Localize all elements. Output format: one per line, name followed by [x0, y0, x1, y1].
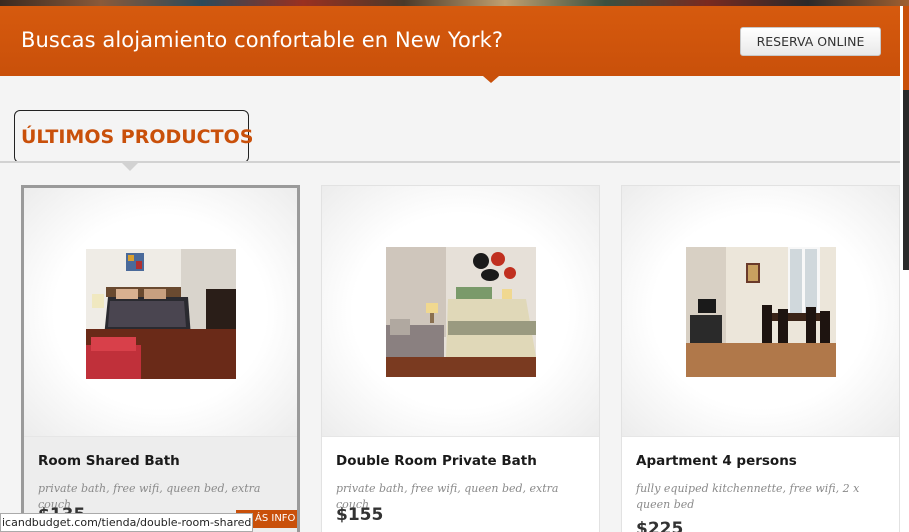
- product-image-area: [322, 186, 599, 436]
- product-price: $225: [636, 519, 684, 532]
- product-image-area: [622, 186, 899, 436]
- banner-pointer: [483, 76, 499, 83]
- section-tab-pointer: [122, 163, 138, 171]
- product-name[interactable]: Double Room Private Bath: [336, 453, 537, 469]
- product-card-double-room-private-bath[interactable]: Double Room Private Bath private bath, f…: [321, 185, 600, 532]
- product-photo-apartment-4-persons[interactable]: [686, 247, 836, 377]
- product-card-room-shared-bath[interactable]: Room Shared Bath private bath, free wifi…: [21, 185, 300, 532]
- product-name[interactable]: Room Shared Bath: [38, 453, 180, 469]
- reserve-online-button[interactable]: RESERVA ONLINE: [740, 27, 881, 56]
- section-title: ÚLTIMOS PRODUCTOS: [21, 126, 254, 148]
- product-info: Apartment 4 persons fully equiped kitche…: [622, 436, 899, 532]
- page-right-edge: [900, 6, 909, 532]
- product-image-area: [24, 188, 297, 436]
- browser-status-url: icandbudget.com/tienda/double-room-share…: [0, 513, 253, 532]
- product-card-apartment-4-persons[interactable]: Apartment 4 persons fully equiped kitche…: [621, 185, 900, 532]
- product-photo-double-room-private-bath[interactable]: [386, 247, 536, 377]
- header-banner: Buscas alojamiento confortable en New Yo…: [0, 6, 900, 76]
- product-info: Double Room Private Bath private bath, f…: [322, 436, 599, 532]
- product-name[interactable]: Apartment 4 persons: [636, 453, 797, 469]
- product-description: fully equiped kitchennette, free wifi, 2…: [636, 482, 860, 511]
- product-price: $155: [336, 505, 384, 525]
- banner-title: Buscas alojamiento confortable en New Yo…: [21, 28, 504, 52]
- product-photo-room-shared-bath[interactable]: [86, 249, 236, 379]
